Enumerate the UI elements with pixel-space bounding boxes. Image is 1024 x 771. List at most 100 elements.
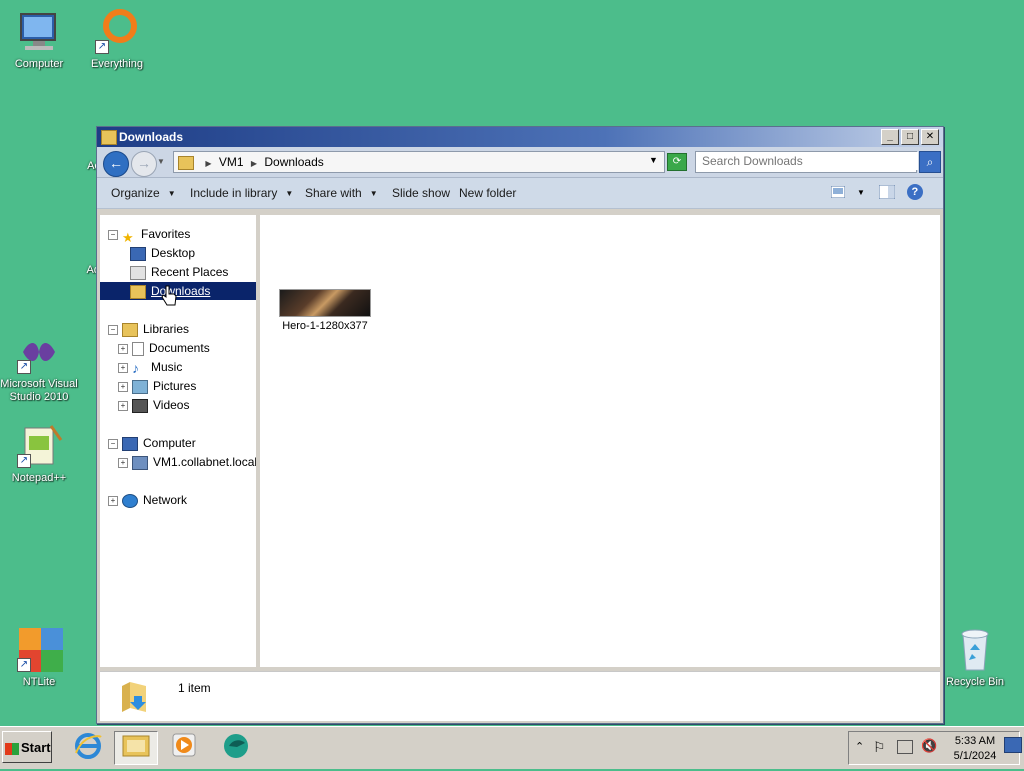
back-button[interactable]: ← [103,151,129,177]
file-name[interactable]: Hero-1-1280x377 [270,320,380,332]
navigation-pane: − ★ Favorites Desktop Recent Places Downlo… [100,215,256,667]
collapse-icon[interactable]: − [108,438,118,449]
collapse-icon[interactable]: − [108,229,118,240]
show-hidden-icons-icon[interactable]: ⌃ [855,740,864,753]
file-list[interactable]: Hero-1-1280x377 [260,215,940,667]
slide-show-button[interactable]: Slide show [392,186,450,200]
desktop-icon-visual-studio[interactable]: ↗ Microsoft Visual Studio 2010 [0,328,78,404]
desktop-icon-label: NTLite [22,676,56,688]
desktop-icon-ntlite[interactable]: ↗ NTLite [0,626,78,689]
internet-explorer-icon[interactable] [70,731,106,765]
tree-item-favorites[interactable]: − ★ Favorites [108,225,190,245]
address-dropdown-icon[interactable]: ▼ [649,155,658,165]
tree-item-downloads[interactable]: Downloads [100,282,256,300]
windows-explorer-icon[interactable] [114,731,158,765]
folder-icon [101,130,117,145]
network-drive-icon [132,455,148,470]
include-in-library-button[interactable]: Include in library ▼ [190,186,293,200]
volume-muted-icon[interactable]: 🔇 [921,738,937,754]
media-player-icon[interactable] [166,731,202,765]
window-titlebar[interactable]: Downloads _ □ ✕ [97,127,943,147]
taskbar: Start ⌃ ⚐ 🔇 5:33 AM 5/1/2024 [0,726,1024,769]
organize-button[interactable]: Organize ▼ [111,186,176,200]
desktop-icon-recycle-bin[interactable]: Recycle Bin [936,626,1014,689]
breadcrumb-arrow-icon[interactable]: ▶ [205,159,211,168]
desktop-icon-label: Ac [87,160,100,172]
action-center-flag-icon[interactable]: ⚐ [873,739,886,756]
breadcrumb-arrow-icon[interactable]: ▶ [251,159,257,168]
shortcut-arrow-icon: ↗ [17,454,31,468]
show-desktop-icon[interactable] [1004,737,1022,753]
tree-item-libraries[interactable]: − Libraries [108,320,189,338]
explorer-window[interactable]: Downloads _ □ ✕ ← → ▼ ▶ VM1 ▶ Downloads … [96,126,944,724]
expand-icon[interactable]: + [118,381,128,392]
change-view-icon[interactable] [831,186,845,198]
tree-item-desktop[interactable]: Desktop [130,244,195,262]
desktop-icon-computer[interactable]: Computer [0,8,78,71]
search-box[interactable] [695,151,918,173]
clock-time: 5:33 AM [954,735,996,747]
include-in-library-label: Include in library [190,186,278,200]
tree-item-recent-places[interactable]: Recent Places [130,263,228,281]
new-folder-button[interactable]: New folder [459,186,516,200]
tree-item-videos[interactable]: + Videos [118,396,189,414]
tree-item-label: Documents [149,341,210,355]
forward-button[interactable]: → [131,151,157,177]
breadcrumb-item[interactable]: Downloads [264,155,323,169]
tree-item-label: Pictures [153,379,197,393]
refresh-button[interactable]: ⟳ [667,153,687,171]
expand-icon[interactable]: + [118,457,128,468]
preview-pane-icon[interactable] [878,185,895,199]
music-icon: ♪ [132,359,139,376]
desktop-icon-everything[interactable]: ↗ Everything [78,8,156,71]
pictures-icon [132,379,148,394]
desktop-icon-label: Everything [91,58,143,70]
search-icon[interactable]: ⌕ [919,151,941,173]
desktop-icon-partial-2[interactable]: Ad [60,212,100,277]
dropdown-arrow-icon: ▼ [369,189,378,199]
tree-item-documents[interactable]: + Documents [118,339,210,357]
tree-item-computer[interactable]: − Computer [108,434,196,452]
network-status-icon[interactable] [897,740,913,754]
close-button[interactable]: ✕ [921,129,939,145]
desktop-icon-partial-1[interactable]: Ac [60,108,100,173]
downloads-folder-icon [130,284,146,299]
expand-icon[interactable]: + [118,362,128,373]
search-input[interactable] [696,152,918,170]
expand-icon[interactable]: + [108,495,118,506]
dropdown-arrow-icon: ▼ [285,189,294,199]
command-bar: Organize ▼ Include in library ▼ Share with… [97,178,943,209]
folder-icon [178,155,194,170]
breadcrumb-item[interactable]: VM1 [219,155,244,169]
computer-icon [122,436,138,451]
tree-item-network[interactable]: + Network [108,491,187,509]
tree-item-label: Desktop [151,246,196,260]
minimize-button[interactable]: _ [881,129,899,145]
shortcut-arrow-icon: ↗ [95,40,109,54]
notepad-plus-plus-icon: ↗ [15,422,63,470]
share-with-button[interactable]: Share with ▼ [305,186,378,200]
window-title: Downloads [119,130,184,144]
visual-studio-icon: ↗ [15,328,63,376]
desktop-icon-label: Computer [14,58,64,70]
expand-icon[interactable]: + [118,343,128,354]
expand-icon[interactable]: + [118,400,128,411]
maximize-button[interactable]: □ [901,129,919,145]
recycle-bin-icon [951,626,999,674]
help-icon[interactable]: ? [906,184,923,200]
shortcut-arrow-icon: ↗ [17,360,31,374]
desktop-icon-notepadpp[interactable]: ↗ Notepad++ [0,422,78,485]
app-icon[interactable] [218,731,254,765]
view-options-dropdown-icon[interactable]: ▼ [857,188,865,197]
start-button[interactable]: Start [2,731,52,763]
collapse-icon[interactable]: − [108,324,118,335]
windows-logo-icon [5,742,19,755]
address-bar[interactable]: ▶ VM1 ▶ Downloads [173,151,665,173]
recent-pages-dropdown-icon[interactable]: ▼ [157,157,165,166]
tree-item-pictures[interactable]: + Pictures [118,377,196,395]
clock[interactable]: 5:33 AM 5/1/2024 [945,734,1005,764]
image-thumbnail[interactable] [279,289,371,317]
item-count: 1 item [178,681,211,695]
tree-item-vm1[interactable]: + VM1.collabnet.local (\\ [118,453,256,471]
tree-item-music[interactable]: + ♪ Music [118,358,182,376]
